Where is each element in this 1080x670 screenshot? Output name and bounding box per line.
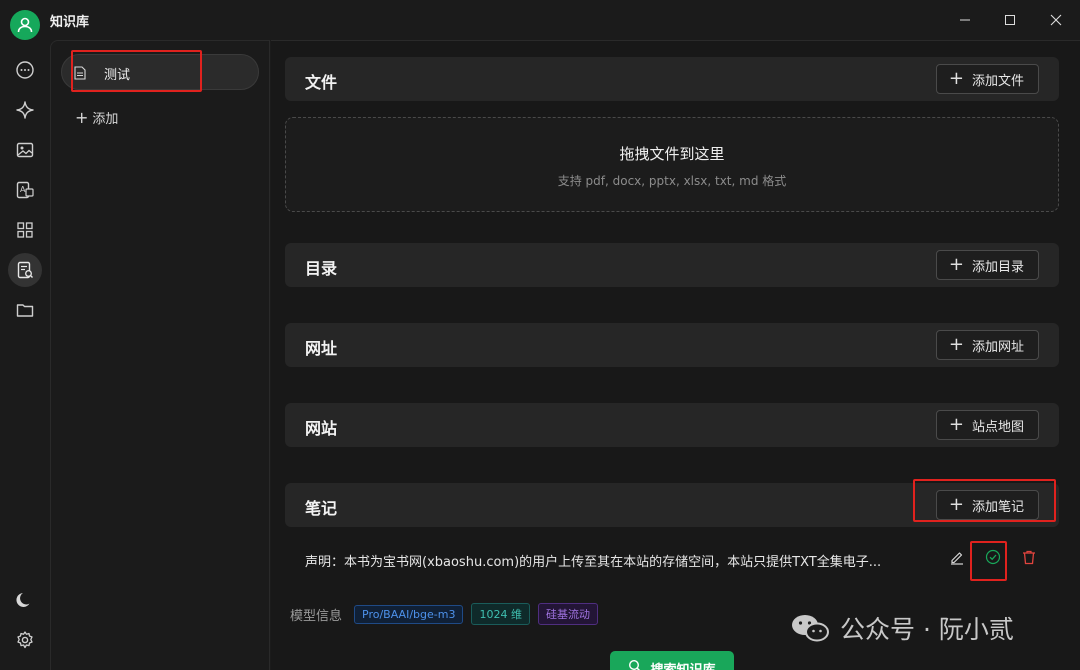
section-title: 文件	[305, 73, 338, 92]
section-title: 目录	[305, 259, 338, 278]
plus-icon: +	[948, 414, 964, 435]
search-button-label: 搜索知识库	[650, 662, 716, 670]
add-url-button[interactable]: + 添加网址	[935, 330, 1039, 360]
search-knowledge-base-button[interactable]: 搜索知识库	[610, 651, 734, 670]
title-bar: 知识库	[0, 0, 1080, 40]
app-title: 知识库	[50, 15, 90, 30]
knowledge-base-list: 测试 + 添加	[50, 40, 270, 670]
model-dimension-badge: 1024 维	[471, 603, 530, 625]
wechat-logo-icon	[792, 615, 829, 642]
maximize-icon[interactable]	[995, 8, 1025, 32]
button-label: 添加网址	[971, 339, 1024, 355]
search-icon	[628, 659, 642, 670]
add-directory-button[interactable]: + 添加目录	[935, 250, 1039, 280]
annotation-highlight-box	[71, 50, 202, 92]
close-icon[interactable]	[1041, 8, 1071, 32]
button-label: 站点地图	[971, 419, 1024, 435]
watermark-text: 公众号 · 阮小贰	[840, 615, 1014, 644]
model-info-label: 模型信息	[290, 608, 343, 624]
plus-icon: +	[75, 107, 89, 127]
dropzone-subtitle: 支持 pdf, docx, pptx, xlsx, txt, md 格式	[557, 174, 787, 188]
svg-text:A: A	[20, 185, 26, 194]
apps-grid-icon[interactable]	[8, 213, 42, 247]
model-name-badge: Pro/BAAI/bge-m3	[354, 604, 464, 624]
annotation-highlight-box	[970, 541, 1007, 581]
section-title: 网址	[305, 339, 338, 358]
nav-rail: A	[0, 40, 50, 670]
image-icon[interactable]	[8, 133, 42, 167]
file-dropzone[interactable]: 拖拽文件到这里 支持 pdf, docx, pptx, xlsx, txt, m…	[285, 117, 1059, 212]
user-avatar-icon[interactable]	[10, 10, 40, 40]
add-file-button[interactable]: + 添加文件	[935, 64, 1039, 94]
plus-icon: +	[948, 334, 964, 355]
chat-icon[interactable]	[8, 53, 42, 87]
delete-trash-icon[interactable]	[1019, 547, 1039, 567]
model-info: 模型信息 Pro/BAAI/bge-m3 1024 维 硅基流动	[290, 603, 598, 625]
url-section-header: 网址 + 添加网址	[285, 323, 1059, 367]
model-provider-badge: 硅基流动	[537, 603, 598, 625]
dropzone-title: 拖拽文件到这里	[619, 145, 725, 163]
note-text: 声明：本书为宝书网(xbaoshu.com)的用户上传至其在本站的存储空间，本站…	[305, 555, 882, 570]
note-item: 声明：本书为宝书网(xbaoshu.com)的用户上传至其在本站的存储空间，本站…	[285, 535, 1059, 585]
website-section-header: 网站 + 站点地图	[285, 403, 1059, 447]
files-section-header: 文件 + 添加文件	[285, 57, 1059, 101]
watermark: 公众号 · 阮小贰	[790, 610, 1014, 646]
folder-icon[interactable]	[8, 293, 42, 327]
sparkle-icon[interactable]	[8, 93, 42, 127]
plus-icon: +	[948, 68, 964, 89]
button-label: 添加目录	[971, 259, 1024, 275]
add-knowledge-base-button[interactable]: + 添加	[75, 108, 118, 127]
section-title: 网站	[305, 419, 338, 438]
plus-icon: +	[948, 254, 964, 275]
directory-section-header: 目录 + 添加目录	[285, 243, 1059, 287]
add-label: 添加	[92, 112, 119, 127]
main-panel: 文件 + 添加文件 拖拽文件到这里 支持 pdf, docx, pptx, xl…	[271, 40, 1080, 670]
sitemap-button[interactable]: + 站点地图	[935, 410, 1039, 440]
translate-icon[interactable]: A	[8, 173, 42, 207]
button-label: 添加文件	[971, 73, 1024, 89]
section-title: 笔记	[305, 499, 338, 518]
minimize-icon[interactable]	[950, 8, 980, 32]
theme-moon-icon[interactable]	[8, 583, 42, 617]
knowledge-base-icon[interactable]	[8, 253, 42, 287]
edit-pencil-icon[interactable]	[947, 547, 967, 567]
annotation-highlight-box	[913, 479, 1056, 522]
settings-gear-icon[interactable]	[8, 623, 42, 657]
